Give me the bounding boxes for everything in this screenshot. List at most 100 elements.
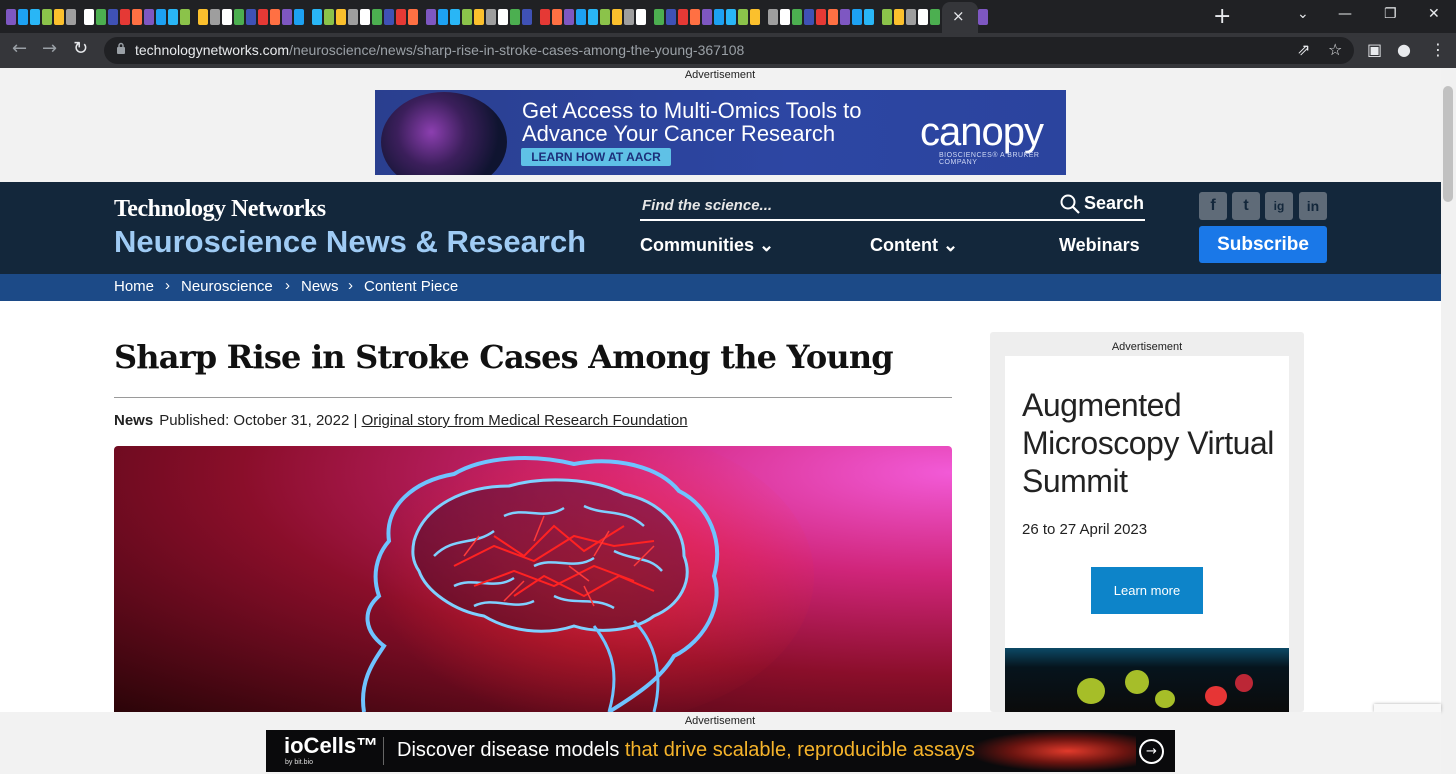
subscribe-button[interactable]: Subscribe bbox=[1199, 226, 1327, 263]
share-icon[interactable]: ⇗ bbox=[1297, 40, 1310, 59]
tab-favicon-icon[interactable] bbox=[198, 9, 208, 25]
tab-favicon-icon[interactable] bbox=[780, 9, 790, 25]
tab-favicon-icon[interactable] bbox=[450, 9, 460, 25]
section-title[interactable]: Neuroscience News & Research bbox=[114, 224, 586, 260]
tab-favicon-icon[interactable] bbox=[816, 9, 826, 25]
tab-favicon-icon[interactable] bbox=[234, 9, 244, 25]
tab-favicon-icon[interactable] bbox=[396, 9, 406, 25]
tab-favicon-icon[interactable] bbox=[144, 9, 154, 25]
instagram-icon[interactable]: ig bbox=[1265, 192, 1293, 220]
bookmark-star-icon[interactable]: ☆ bbox=[1328, 40, 1342, 59]
tab-favicon-icon[interactable] bbox=[348, 9, 358, 25]
tab-favicon-icon[interactable] bbox=[666, 9, 676, 25]
profile-icon[interactable]: ● bbox=[1397, 40, 1411, 59]
tab-favicon-icon[interactable] bbox=[552, 9, 562, 25]
tab-favicon-icon[interactable] bbox=[510, 9, 520, 25]
twitter-icon[interactable]: t bbox=[1232, 192, 1260, 220]
close-window-icon[interactable]: ✕ bbox=[1428, 6, 1440, 22]
tab-favicon-icon[interactable] bbox=[384, 9, 394, 25]
tab-favicon-icon[interactable] bbox=[726, 9, 736, 25]
sidebar-ad[interactable]: Augmented Microscopy Virtual Summit 26 t… bbox=[1005, 356, 1289, 712]
tab-favicon-icon[interactable] bbox=[120, 9, 130, 25]
tab-favicon-icon[interactable] bbox=[624, 9, 634, 25]
tab-favicon-icon[interactable] bbox=[132, 9, 142, 25]
facebook-icon[interactable]: f bbox=[1199, 192, 1227, 220]
tab-favicon-icon[interactable] bbox=[540, 9, 550, 25]
tab-favicon-icon[interactable] bbox=[222, 9, 232, 25]
tab-favicon-icon[interactable] bbox=[108, 9, 118, 25]
breadcrumb-home[interactable]: Home bbox=[114, 278, 154, 295]
search-button[interactable]: Search bbox=[1060, 193, 1144, 214]
tab-favicon-icon[interactable] bbox=[474, 9, 484, 25]
tab-favicon-icon[interactable] bbox=[852, 9, 862, 25]
forward-arrow-icon[interactable]: → bbox=[42, 38, 57, 59]
tab-favicon-icon[interactable] bbox=[564, 9, 574, 25]
tab-favicon-icon[interactable] bbox=[54, 9, 64, 25]
url-text[interactable]: technologynetworks.com/neuroscience/news… bbox=[135, 42, 744, 58]
tab-favicon-icon[interactable] bbox=[210, 9, 220, 25]
linkedin-icon[interactable]: in bbox=[1299, 192, 1327, 220]
tab-favicon-icon[interactable] bbox=[426, 9, 436, 25]
top-ad-banner[interactable]: Get Access to Multi-Omics Tools to Advan… bbox=[375, 90, 1066, 175]
recaptcha-badge[interactable] bbox=[1374, 704, 1441, 712]
tab-favicon-icon[interactable] bbox=[66, 9, 76, 25]
tab-favicon-icon[interactable] bbox=[576, 9, 586, 25]
tab-favicon-icon[interactable] bbox=[678, 9, 688, 25]
tab-favicon-icon[interactable] bbox=[894, 9, 904, 25]
site-logo[interactable]: Technology Networks bbox=[114, 196, 326, 223]
tab-favicon-icon[interactable] bbox=[588, 9, 598, 25]
tab-favicon-icon[interactable] bbox=[522, 9, 532, 25]
tab-favicon-icon[interactable] bbox=[612, 9, 622, 25]
bottom-ad-banner[interactable]: ioCells™ by bit.bio Discover disease mod… bbox=[266, 730, 1175, 772]
tab-favicon-icon[interactable] bbox=[792, 9, 802, 25]
tab-favicon-icon[interactable] bbox=[270, 9, 280, 25]
tab-favicon-icon[interactable] bbox=[294, 9, 304, 25]
tab-favicon-icon[interactable] bbox=[462, 9, 472, 25]
breadcrumb-neuroscience[interactable]: Neuroscience bbox=[181, 278, 273, 295]
tab-favicon-icon[interactable] bbox=[30, 9, 40, 25]
tab-favicon-icon[interactable] bbox=[768, 9, 778, 25]
scrollbar-thumb[interactable] bbox=[1443, 86, 1453, 202]
tab-favicon-icon[interactable] bbox=[498, 9, 508, 25]
tab-search-icon[interactable]: ⌄ bbox=[1297, 6, 1309, 22]
tab-favicon-icon[interactable] bbox=[702, 9, 712, 25]
tab-favicon-icon[interactable] bbox=[246, 9, 256, 25]
tab-favicon-icon[interactable] bbox=[600, 9, 610, 25]
nav-communities[interactable]: Communities ⌄ bbox=[640, 235, 774, 256]
tab-favicon-icon[interactable] bbox=[486, 9, 496, 25]
new-tab-button[interactable]: + bbox=[1213, 4, 1231, 29]
tab-favicon-icon[interactable] bbox=[864, 9, 874, 25]
tab-favicon-icon[interactable] bbox=[654, 9, 664, 25]
source-link[interactable]: Original story from Medical Research Fou… bbox=[362, 412, 688, 429]
tab-favicon-icon[interactable] bbox=[282, 9, 292, 25]
tab-favicon-icon[interactable] bbox=[828, 9, 838, 25]
tab-favicon-icon[interactable] bbox=[168, 9, 178, 25]
back-arrow-icon[interactable]: ← bbox=[12, 38, 27, 59]
tab-favicon-icon[interactable] bbox=[42, 9, 52, 25]
arrow-right-icon[interactable]: → bbox=[1139, 739, 1164, 764]
tab-favicon-icon[interactable] bbox=[882, 9, 892, 25]
tab-favicon-icon[interactable] bbox=[360, 9, 370, 25]
tab-favicon-icon[interactable] bbox=[636, 9, 646, 25]
tab-favicon-icon[interactable] bbox=[690, 9, 700, 25]
menu-dots-icon[interactable]: ⋮ bbox=[1430, 40, 1446, 59]
tab-favicon-icon[interactable] bbox=[312, 9, 322, 25]
tab-favicon-icon[interactable] bbox=[324, 9, 334, 25]
tab-favicon-icon[interactable] bbox=[804, 9, 814, 25]
tab-favicon-icon[interactable] bbox=[6, 9, 16, 25]
tab-favicon-icon[interactable] bbox=[714, 9, 724, 25]
minimize-icon[interactable]: — bbox=[1338, 6, 1352, 22]
tab-favicon-icon[interactable] bbox=[918, 9, 928, 25]
tab-favicon-icon[interactable] bbox=[372, 9, 382, 25]
tab-favicon-icon[interactable] bbox=[978, 9, 988, 25]
side-panel-icon[interactable]: ▣ bbox=[1367, 40, 1382, 59]
tab-favicons[interactable] bbox=[6, 7, 1196, 27]
tab-favicon-icon[interactable] bbox=[750, 9, 760, 25]
learn-more-button[interactable]: Learn more bbox=[1091, 567, 1203, 614]
tab-favicon-icon[interactable] bbox=[438, 9, 448, 25]
top-ad-cta-button[interactable]: LEARN HOW AT AACR bbox=[521, 148, 671, 166]
tab-favicon-icon[interactable] bbox=[930, 9, 940, 25]
nav-webinars[interactable]: Webinars bbox=[1059, 235, 1140, 256]
tab-favicon-icon[interactable] bbox=[96, 9, 106, 25]
tab-favicon-icon[interactable] bbox=[18, 9, 28, 25]
